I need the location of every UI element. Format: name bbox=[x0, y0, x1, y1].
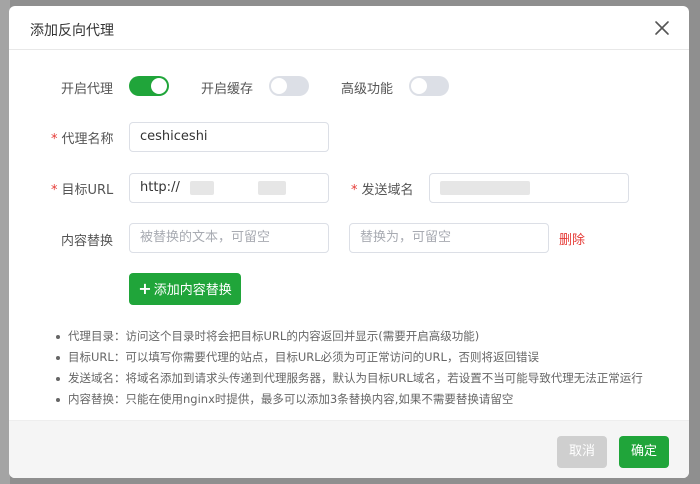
replace-find-placeholder: 被替换的文本，可留空 bbox=[140, 230, 271, 245]
enable-proxy-toggle[interactable] bbox=[129, 76, 169, 96]
proxy-name-value: ceshiceshi bbox=[140, 129, 208, 144]
confirm-button[interactable]: 确定 bbox=[619, 436, 669, 468]
add-reverse-proxy-dialog: 添加反向代理 开启代理 开启缓存 高级功能 * 代理名称 ceshiceshi *… bbox=[9, 6, 689, 478]
toggle-knob bbox=[411, 78, 427, 94]
tip-item: 内容替换：只能在使用nginx时提供，最多可以添加3条替换内容,如果不需要替换请… bbox=[56, 389, 686, 410]
redacted-text bbox=[189, 180, 214, 195]
plus-icon: + bbox=[138, 279, 152, 298]
toggle-knob bbox=[151, 78, 167, 94]
redacted-text bbox=[440, 180, 530, 195]
tip-item: 目标URL：可以填写你需要代理的站点，目标URL必须为可正常访问的URL，否则将… bbox=[56, 347, 686, 368]
proxy-name-label: * 代理名称 bbox=[51, 128, 114, 147]
add-content-replace-button[interactable]: + 添加内容替换 bbox=[129, 273, 241, 305]
tip-item: 发送域名：将域名添加到请求头传递到代理服务器，默认为目标URL域名，若设置不当可… bbox=[56, 368, 686, 389]
replace-with-input[interactable]: 替换为，可留空 bbox=[349, 223, 549, 253]
send-domain-label: * 发送域名 bbox=[351, 179, 414, 198]
target-url-value: http:// bbox=[140, 180, 180, 195]
proxy-name-label-text: 代理名称 bbox=[61, 132, 114, 147]
advanced-toggle[interactable] bbox=[409, 76, 449, 96]
add-content-replace-label: 添加内容替换 bbox=[153, 283, 232, 298]
content-replace-label: 内容替换 bbox=[61, 234, 114, 249]
required-mark: * bbox=[51, 132, 58, 147]
enable-proxy-label: 开启代理 bbox=[61, 82, 114, 97]
tip-item: 代理目录：访问这个目录时将会把目标URL的内容返回并显示(需要开启高级功能) bbox=[56, 326, 686, 347]
send-domain-input[interactable] bbox=[429, 173, 629, 203]
cancel-button[interactable]: 取消 bbox=[557, 436, 607, 468]
target-url-input[interactable]: http:// bbox=[129, 173, 329, 203]
required-mark: * bbox=[351, 183, 358, 198]
proxy-name-input[interactable]: ceshiceshi bbox=[129, 122, 329, 152]
target-url-label-text: 目标URL bbox=[61, 183, 114, 198]
dialog-footer: 取消 确定 bbox=[9, 420, 689, 478]
toggle-knob bbox=[271, 78, 287, 94]
replace-with-placeholder: 替换为，可留空 bbox=[360, 230, 452, 245]
required-mark: * bbox=[51, 183, 58, 198]
enable-cache-label: 开启缓存 bbox=[201, 82, 254, 97]
redacted-text bbox=[257, 180, 286, 195]
replace-find-input[interactable]: 被替换的文本，可留空 bbox=[129, 223, 329, 253]
dialog-header: 添加反向代理 bbox=[9, 6, 689, 50]
target-url-label: * 目标URL bbox=[51, 179, 113, 198]
send-domain-label-text: 发送域名 bbox=[361, 183, 414, 198]
close-icon[interactable] bbox=[652, 18, 672, 38]
enable-cache-toggle[interactable] bbox=[269, 76, 309, 96]
delete-replace-link[interactable]: 删除 bbox=[559, 229, 585, 248]
dialog-title: 添加反向代理 bbox=[30, 23, 114, 39]
advanced-label: 高级功能 bbox=[341, 82, 394, 97]
help-tips: 代理目录：访问这个目录时将会把目标URL的内容返回并显示(需要开启高级功能) 目… bbox=[56, 326, 686, 410]
